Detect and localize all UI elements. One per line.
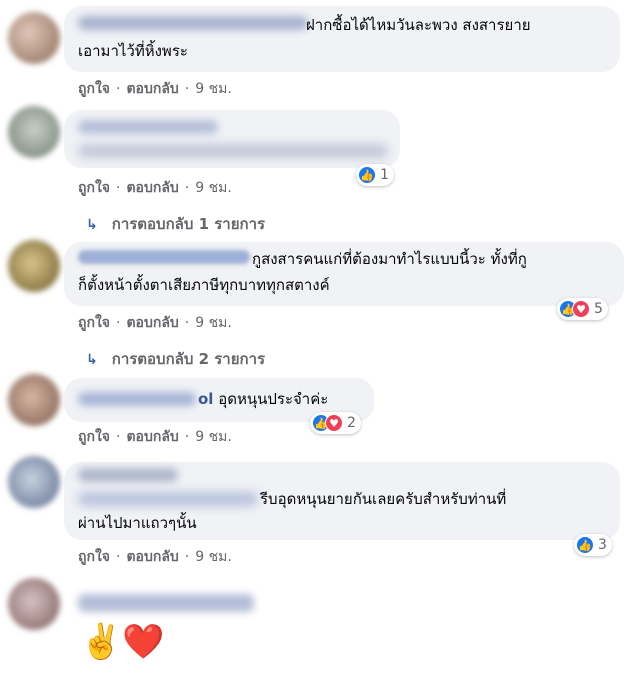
avatar[interactable]	[8, 12, 60, 64]
separator: ·	[184, 429, 190, 445]
author-name-blurred[interactable]	[78, 120, 218, 134]
comment-text-line-1: กูสงสารคนแก่ที่ต้องมาทำไรแบบนี้วะ ทั้งที…	[252, 250, 527, 268]
author-name-blurred[interactable]	[78, 468, 178, 482]
love-reaction-icon: ♥	[325, 414, 343, 432]
avatar[interactable]	[8, 578, 60, 630]
separator: ·	[116, 81, 121, 97]
replies-label: การตอบกลับ 1 รายการ	[111, 215, 266, 233]
avatar[interactable]	[8, 374, 60, 426]
comment-text-blurred	[78, 144, 388, 158]
comment-text-line-2: ผ่านไปมาแถวๆนั้น	[78, 514, 197, 532]
timestamp[interactable]: 9 ชม.	[195, 81, 232, 97]
view-replies-link[interactable]: ↳ การตอบกลับ 1 รายการ	[86, 212, 265, 236]
reaction-summary[interactable]: 👍 ♥ 2	[310, 412, 361, 434]
reply-link[interactable]: ตอบกลับ	[126, 315, 178, 331]
reply-link[interactable]: ตอบกลับ	[126, 549, 178, 565]
comment-emoji: ✌️❤️	[80, 622, 165, 662]
author-name-partial[interactable]: ol	[198, 390, 213, 408]
love-reaction-icon: ♥	[572, 300, 590, 318]
timestamp[interactable]: 9 ชม.	[195, 180, 232, 196]
like-link[interactable]: ถูกใจ	[78, 81, 110, 97]
like-link[interactable]: ถูกใจ	[78, 315, 110, 331]
like-link[interactable]: ถูกใจ	[78, 180, 110, 196]
avatar[interactable]	[8, 456, 60, 508]
reply-arrow-icon: ↳	[86, 217, 98, 233]
comment-text-line-1: ol อุดหนุนประจำค่ะ	[198, 388, 328, 410]
separator: ·	[184, 315, 190, 331]
timestamp[interactable]: 9 ชม.	[195, 429, 232, 445]
view-replies-link[interactable]: ↳ การตอบกลับ 2 รายการ	[86, 347, 265, 371]
comment-bubble: ฝากซื้อได้ไหมวันละพวง สงสารยาย เอามาไว้ท…	[64, 6, 620, 72]
separator: ·	[116, 315, 121, 331]
avatar[interactable]	[8, 106, 60, 158]
comment-text-line-1: รีบอุดหนุนยายกันเลยครับสำหรับท่านที่	[260, 490, 507, 508]
reaction-count: 3	[598, 537, 607, 553]
comment-actions: ถูกใจ · ตอบกลับ · 9 ชม.	[78, 426, 232, 448]
reply-link[interactable]: ตอบกลับ	[126, 429, 178, 445]
author-name-blurred[interactable]	[78, 250, 250, 264]
separator: ·	[184, 81, 190, 97]
separator: ·	[116, 429, 121, 445]
author-name-blurred[interactable]	[78, 594, 254, 612]
like-link[interactable]: ถูกใจ	[78, 549, 110, 565]
reply-arrow-icon: ↳	[86, 352, 98, 368]
reaction-count: 5	[594, 301, 603, 317]
comment-actions: ถูกใจ · ตอบกลับ · 9 ชม.	[78, 78, 232, 100]
reaction-summary[interactable]: 👍 3	[574, 534, 612, 556]
reply-link[interactable]: ตอบกลับ	[126, 81, 178, 97]
separator: ·	[184, 180, 190, 196]
separator: ·	[116, 180, 121, 196]
like-link[interactable]: ถูกใจ	[78, 429, 110, 445]
like-reaction-icon: 👍	[576, 536, 594, 554]
author-name-blurred[interactable]	[78, 392, 196, 406]
avatar[interactable]	[8, 240, 60, 292]
reply-link[interactable]: ตอบกลับ	[126, 180, 178, 196]
comment-text-line-1: ฝากซื้อได้ไหมวันละพวง สงสารยาย	[306, 16, 531, 34]
reaction-count: 2	[347, 415, 356, 431]
comment-text-line-2: ก็ตั้งหน้าตั้งตาเสียภาษีทุกบาททุกสตางค์	[78, 276, 330, 294]
timestamp[interactable]: 9 ชม.	[195, 315, 232, 331]
reaction-count: 1	[380, 167, 389, 183]
comment-actions: ถูกใจ · ตอบกลับ · 9 ชม.	[78, 546, 232, 568]
replies-label: การตอบกลับ 2 รายการ	[111, 350, 266, 368]
comment-bubble: รีบอุดหนุนยายกันเลยครับสำหรับท่านที่ ผ่า…	[64, 462, 620, 540]
comment-actions: ถูกใจ · ตอบกลับ · 9 ชม.	[78, 177, 232, 199]
comment-bubble: กูสงสารคนแก่ที่ต้องมาทำไรแบบนี้วะ ทั้งที…	[64, 242, 624, 306]
reaction-summary[interactable]: 👍 1	[356, 164, 394, 186]
timestamp[interactable]: 9 ชม.	[195, 549, 232, 565]
like-reaction-icon: 👍	[358, 166, 376, 184]
separator: ·	[116, 549, 121, 565]
comment-bubble	[64, 110, 400, 168]
author-name-blurred[interactable]	[78, 16, 308, 30]
comment-text-line-2: เอามาไว้ที่หิ้งพระ	[78, 42, 188, 60]
separator: ·	[184, 549, 190, 565]
reaction-summary[interactable]: 👍 ♥ 5	[557, 298, 608, 320]
comment-text-blurred	[78, 492, 258, 506]
comment-actions: ถูกใจ · ตอบกลับ · 9 ชม.	[78, 312, 232, 334]
comment-text: อุดหนุนประจำค่ะ	[218, 390, 329, 408]
